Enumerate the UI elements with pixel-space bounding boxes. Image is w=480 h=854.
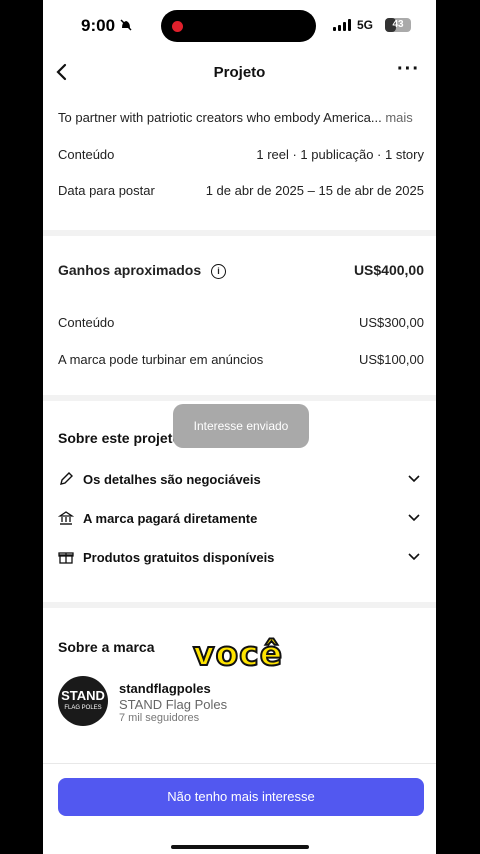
divider (43, 602, 436, 608)
detail-direct-payment[interactable]: A marca pagará diretamente (57, 509, 421, 531)
divider (43, 230, 436, 236)
recording-dot-icon (172, 21, 183, 32)
earnings-boost-value: US$100,00 (358, 352, 424, 367)
date-row: Data para postar 1 de abr de 2025 – 15 d… (58, 183, 424, 198)
page-title: Projeto (213, 64, 266, 81)
network-label: 5G (357, 18, 374, 32)
earnings-header: Ganhos aproximados i US$400,00 (58, 262, 424, 279)
status-time: 9:00 (81, 16, 116, 35)
battery-icon: 43 (385, 18, 411, 32)
more-link[interactable]: mais (385, 110, 412, 125)
about-project-title: Sobre este projeto (58, 430, 181, 446)
content-row: Conteúdo 1 reel · 1 publicação · 1 story (58, 147, 424, 162)
earnings-boost-label: A marca pode turbinar em anúncios (58, 352, 264, 367)
signal-icon (333, 19, 351, 31)
earnings-boost-row: A marca pode turbinar em anúncios US$100… (58, 352, 424, 367)
earnings-content-row: Conteúdo US$300,00 (58, 315, 424, 330)
earnings-content-value: US$300,00 (358, 315, 424, 330)
info-icon[interactable]: i (211, 263, 227, 279)
brand-logo-text: STAND (61, 688, 105, 703)
chevron-down-icon (407, 511, 421, 526)
detail-free-products[interactable]: Produtos gratuitos disponíveis (58, 548, 421, 570)
earnings-title: Ganhos aproximados (58, 262, 202, 278)
chevron-down-icon (407, 472, 421, 487)
about-brand-title: Sobre a marca (58, 639, 155, 655)
video-caption: você (192, 633, 284, 674)
dynamic-island (161, 10, 316, 42)
divider (43, 395, 436, 401)
gift-icon (58, 549, 74, 565)
brand-logo-sub: FLAG POLES (64, 705, 102, 711)
top-nav: Projeto ··· (43, 52, 436, 94)
earnings-total: US$400,00 (353, 262, 424, 278)
detail-label: A marca pagará diretamente (83, 511, 258, 526)
toast-message: Interesse enviado (173, 404, 309, 448)
brand-avatar[interactable]: STAND FLAG POLES (58, 676, 108, 726)
chevron-down-icon (407, 550, 421, 565)
detail-label: Os detalhes são negociáveis (83, 472, 261, 487)
brand-followers: 7 mil seguidores (119, 712, 200, 724)
content-label: Conteúdo (58, 147, 115, 162)
more-options-icon[interactable]: ··· (397, 58, 420, 81)
detail-negotiable[interactable]: Os detalhes são negociáveis (58, 470, 421, 492)
date-label: Data para postar (58, 183, 155, 198)
brand-display-name: STAND Flag Poles (119, 697, 228, 712)
divider (43, 763, 436, 764)
battery-level: 43 (392, 19, 404, 30)
home-indicator[interactable] (171, 845, 309, 849)
detail-label: Produtos gratuitos disponíveis (83, 550, 275, 565)
project-description: To partner with patriotic creators who e… (58, 110, 424, 125)
bell-muted-icon (119, 18, 133, 35)
bank-icon (57, 510, 75, 526)
not-interested-button[interactable]: Não tenho mais interesse (58, 778, 424, 816)
phone-screen: 9:00 5G 43 Projeto ··· To partner with p… (43, 0, 436, 854)
earnings-content-label: Conteúdo (58, 315, 115, 330)
brand-username[interactable]: standflagpoles (119, 681, 211, 696)
content-value: 1 reel · 1 publicação · 1 story (256, 147, 424, 162)
description-text: To partner with patriotic creators who e… (58, 110, 382, 125)
status-bar: 9:00 5G 43 (43, 0, 436, 52)
pencil-icon (58, 471, 74, 487)
date-value: 1 de abr de 2025 – 15 de abr de 2025 (205, 183, 424, 198)
